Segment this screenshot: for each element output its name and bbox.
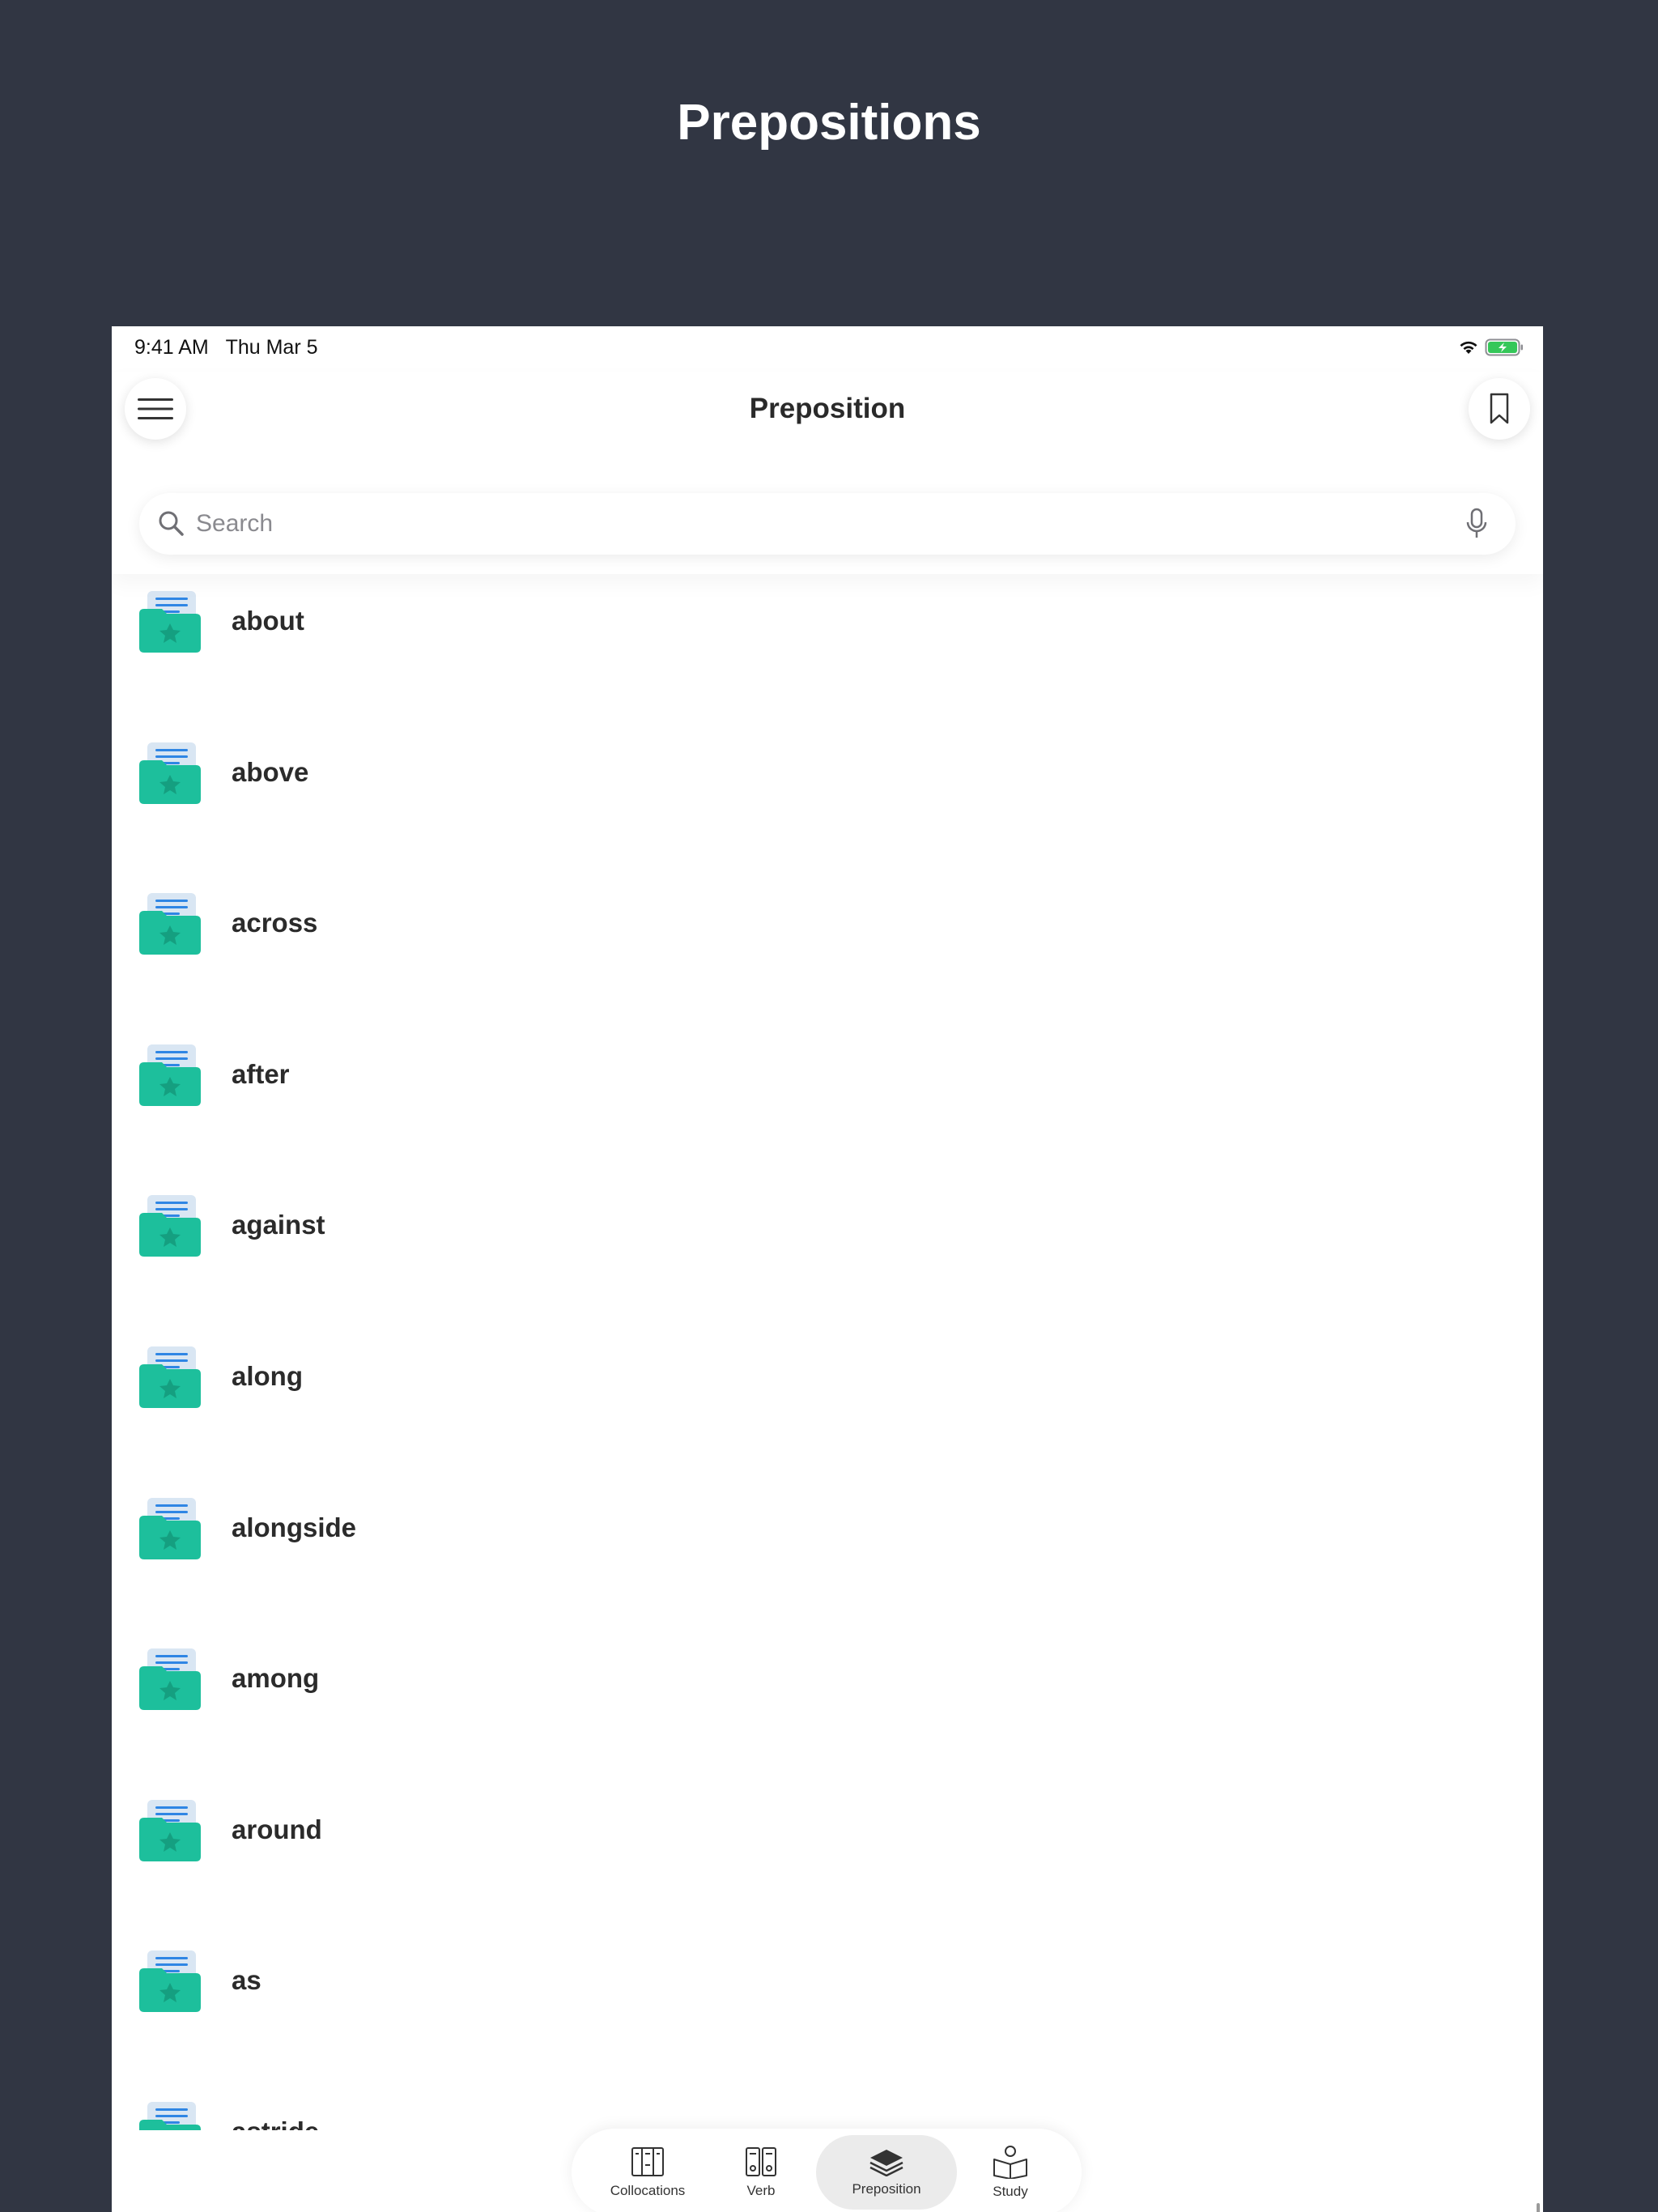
books-icon <box>631 2147 664 2176</box>
tab-preposition[interactable]: Preposition <box>816 2135 957 2210</box>
folder-document-star-icon <box>138 891 202 956</box>
tab-study[interactable]: Study <box>970 2135 1051 2210</box>
list-item[interactable]: around <box>112 1762 1543 1913</box>
list-item-label: across <box>232 908 318 938</box>
reading-person-icon <box>993 2146 1027 2179</box>
list-item-label: along <box>232 1360 303 1391</box>
folder-document-star-icon <box>138 1345 202 1410</box>
list-item[interactable]: among <box>112 1610 1543 1762</box>
preposition-list: about above across after against along a… <box>112 553 1543 2212</box>
tab-label: Study <box>993 2184 1028 2199</box>
bookmark-icon <box>1490 393 1509 424</box>
status-clock: 9:41 AM <box>134 336 209 359</box>
list-item[interactable]: about <box>112 553 1543 704</box>
search-input[interactable] <box>196 493 1443 555</box>
bookmark-button[interactable] <box>1469 378 1530 440</box>
search-bar[interactable] <box>139 493 1516 555</box>
status-indicators <box>1457 338 1524 357</box>
tab-verb[interactable]: Verb <box>721 2135 801 2210</box>
list-item[interactable]: after <box>112 1006 1543 1158</box>
list-item-label: alongside <box>232 1512 357 1542</box>
device-screen: 9:41 AM Thu Mar 5 Preposition Search abo… <box>112 326 1543 2212</box>
microphone-icon[interactable] <box>1465 508 1488 540</box>
folder-document-star-icon <box>138 741 202 806</box>
list-item-label: above <box>232 756 309 787</box>
list-item[interactable]: as <box>112 1912 1543 2064</box>
list-item-label: as <box>232 1965 261 1996</box>
promo-title: Prepositions <box>677 95 981 151</box>
tab-label: Collocations <box>610 2183 686 2198</box>
list-item-label: after <box>232 1058 290 1089</box>
page-title: Preposition <box>749 393 906 424</box>
tab-bar: Collocations Verb Preposition Study <box>572 2129 1082 2212</box>
binders-icon <box>746 2147 776 2176</box>
status-time: 9:41 AM Thu Mar 5 <box>134 336 318 359</box>
header: Preposition <box>112 372 1543 574</box>
scroll-indicator <box>1537 2203 1540 2212</box>
tab-label: Verb <box>746 2183 776 2198</box>
list-item[interactable]: along <box>112 1308 1543 1460</box>
list-item[interactable]: above <box>112 704 1543 856</box>
status-bar: 9:41 AM Thu Mar 5 <box>112 326 1543 372</box>
list-item[interactable]: across <box>112 855 1543 1006</box>
folder-document-star-icon <box>138 589 202 654</box>
magnifier-icon <box>159 511 184 536</box>
folder-document-star-icon <box>138 1043 202 1108</box>
folder-document-star-icon <box>138 1798 202 1863</box>
layers-icon <box>869 2150 903 2176</box>
list-item-label: among <box>232 1663 320 1694</box>
folder-document-star-icon <box>138 1647 202 1712</box>
folder-document-star-icon <box>138 1949 202 2014</box>
list-item-label: against <box>232 1210 325 1240</box>
list-item-label: around <box>232 1814 322 1844</box>
wifi-icon <box>1460 341 1477 354</box>
list-item-label: about <box>232 606 304 636</box>
tab-label: Preposition <box>852 2181 921 2197</box>
status-date: Thu Mar 5 <box>225 336 318 359</box>
tab-collocations[interactable]: Collocations <box>591 2135 704 2210</box>
list-item[interactable]: against <box>112 1157 1543 1308</box>
folder-document-star-icon <box>138 1496 202 1561</box>
folder-document-star-icon <box>138 1193 202 1258</box>
battery-charging-icon <box>1485 338 1523 356</box>
list-item[interactable]: alongside <box>112 1460 1543 1611</box>
